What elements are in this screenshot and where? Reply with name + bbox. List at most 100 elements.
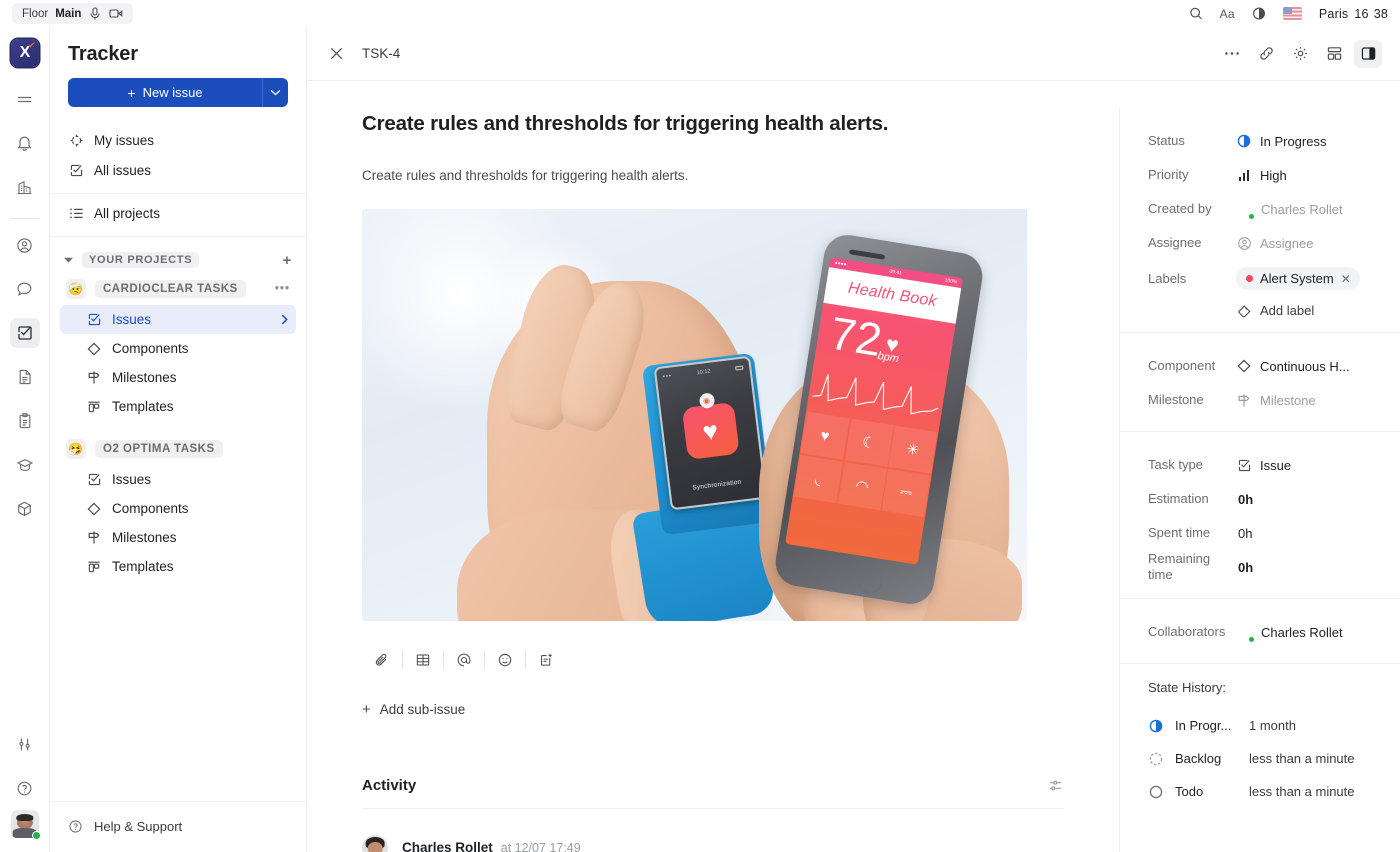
contacts-icon[interactable] xyxy=(10,230,40,260)
your-projects-header[interactable]: YOUR PROJECTS + xyxy=(60,247,296,273)
user-avatar[interactable] xyxy=(10,810,41,840)
new-issue-label: New issue xyxy=(142,85,203,100)
add-label-button[interactable]: Add label xyxy=(1236,302,1314,318)
inventory-icon[interactable] xyxy=(10,494,40,524)
project-header-cardioclear[interactable]: 🤕 CARDIOCLEAR TASKS ••• xyxy=(60,275,296,303)
us-flag-icon[interactable] xyxy=(1282,7,1302,20)
sidebar-item-label: Components xyxy=(112,341,189,356)
property-milestone[interactable]: Milestone Milestone xyxy=(1148,383,1378,417)
property-label: Assignee xyxy=(1148,234,1202,250)
sidebar-item-cardioclear-components[interactable]: Components xyxy=(60,334,296,363)
notifications-icon[interactable] xyxy=(10,128,40,158)
sidebar-item-all-issues[interactable]: All issues xyxy=(60,155,296,185)
attachment-image[interactable]: ••• 10:12 ◉ ♥ Synchronization ●●●● 09:41… xyxy=(362,208,1027,621)
sidebar-item-label: Components xyxy=(112,501,189,516)
layout-icon[interactable] xyxy=(1320,40,1348,68)
microphone-icon[interactable] xyxy=(88,7,102,21)
settings-gear-icon[interactable] xyxy=(1286,40,1314,68)
chevron-right-icon[interactable] xyxy=(281,314,288,325)
chat-icon[interactable] xyxy=(10,274,40,304)
property-label: Remaining time xyxy=(1148,550,1211,582)
property-value: Milestone xyxy=(1260,392,1316,408)
property-collaborators[interactable]: Collaborators Charles Rollet xyxy=(1148,615,1378,649)
new-issue-button[interactable]: + New issue xyxy=(68,78,262,107)
emoji-icon[interactable] xyxy=(485,645,525,675)
add-project-icon[interactable]: + xyxy=(283,252,292,269)
filter-icon[interactable] xyxy=(1047,777,1064,794)
sidebar-item-o2optima-issues[interactable]: Issues xyxy=(60,465,296,494)
property-created-by[interactable]: Created by Charles Rollet xyxy=(1148,192,1378,226)
property-task-type[interactable]: Task type Issue xyxy=(1148,448,1378,482)
training-icon[interactable] xyxy=(10,450,40,480)
state-name: Todo xyxy=(1175,784,1204,799)
person-icon xyxy=(1236,235,1252,251)
chevron-down-icon xyxy=(270,90,281,96)
property-priority[interactable]: Priority High xyxy=(1148,158,1378,192)
help-and-support-button[interactable]: Help & Support xyxy=(60,812,296,840)
sidebar-item-cardioclear-templates[interactable]: Templates xyxy=(60,392,296,421)
chevron-down-icon xyxy=(64,257,76,263)
property-spent-time[interactable]: Spent time 0h xyxy=(1148,516,1378,550)
documents-icon[interactable] xyxy=(10,362,40,392)
priority-bars-icon xyxy=(1236,167,1252,183)
font-size-toggle[interactable]: Aa xyxy=(1220,7,1235,21)
sidebar-item-cardioclear-issues[interactable]: Issues xyxy=(60,305,296,334)
property-estimation[interactable]: Estimation 0h xyxy=(1148,482,1378,516)
state-name: In Progr... xyxy=(1175,718,1232,733)
project-header-o2optima[interactable]: 🤧 O2 OPTIMA TASKS xyxy=(60,435,296,463)
add-sub-issue-button[interactable]: + Add sub-issue xyxy=(362,697,1064,723)
floor-selector[interactable]: Floor Main xyxy=(12,3,134,24)
state-history-title: State History: xyxy=(1148,680,1227,695)
sidebar-toggle-icon[interactable] xyxy=(1354,39,1382,68)
project-emoji-icon: 🤕 xyxy=(66,279,86,299)
video-camera-icon[interactable] xyxy=(109,7,123,21)
sidebar-item-cardioclear-milestones[interactable]: Milestones xyxy=(60,363,296,392)
sidebar-all-projects-section: All projects xyxy=(50,194,306,237)
backlog-icon xyxy=(1148,752,1164,766)
issue-description[interactable]: Create rules and thresholds for triggeri… xyxy=(362,166,1064,186)
more-options-icon[interactable] xyxy=(1218,40,1246,68)
help-circle-icon xyxy=(68,819,84,834)
properties-panel: Status In Progress Priority High Created… xyxy=(1119,108,1400,852)
sidebar-item-o2optima-templates[interactable]: Templates xyxy=(60,552,296,581)
property-component[interactable]: Component Continuous H... xyxy=(1148,349,1378,383)
company-icon[interactable] xyxy=(10,172,40,202)
attachment-icon[interactable] xyxy=(362,645,402,675)
mention-icon[interactable] xyxy=(444,645,484,675)
planner-icon[interactable] xyxy=(10,406,40,436)
property-label: Estimation xyxy=(1148,490,1209,506)
link-icon[interactable] xyxy=(1252,40,1280,68)
settings-icon[interactable] xyxy=(10,729,40,759)
search-icon[interactable] xyxy=(1189,7,1203,21)
add-template-icon[interactable] xyxy=(526,645,566,675)
sidebar-item-my-issues[interactable]: My issues xyxy=(60,125,296,155)
label-chip-alert-system[interactable]: Alert System ✕ xyxy=(1236,267,1360,290)
watch-status-label: Synchronization xyxy=(692,478,742,492)
project-more-options-icon[interactable]: ••• xyxy=(275,283,290,295)
menu-icon[interactable] xyxy=(10,84,40,114)
diamond-icon xyxy=(86,501,102,517)
sidebar-item-o2optima-milestones[interactable]: Milestones xyxy=(60,523,296,552)
property-assignee[interactable]: Assignee Assignee xyxy=(1148,226,1378,260)
contrast-icon[interactable] xyxy=(1252,7,1266,21)
checkbox-icon xyxy=(68,162,84,178)
issue-title[interactable]: Create rules and thresholds for triggeri… xyxy=(362,111,1064,138)
tile-sleep: ☾ xyxy=(844,418,894,467)
table-icon[interactable] xyxy=(403,645,443,675)
templates-icon xyxy=(86,559,102,575)
tracker-icon[interactable] xyxy=(9,318,40,348)
issue-header-actions xyxy=(1218,39,1382,68)
help-icon[interactable] xyxy=(10,773,40,803)
label-color-dot xyxy=(1246,275,1253,282)
app-logo[interactable]: X xyxy=(10,39,39,67)
sidebar-item-all-projects[interactable]: All projects xyxy=(60,198,296,228)
sidebar-item-label: My issues xyxy=(94,132,155,148)
property-label: Collaborators xyxy=(1148,623,1226,639)
sidebar-item-o2optima-components[interactable]: Components xyxy=(60,494,296,523)
close-icon[interactable] xyxy=(329,46,344,61)
property-status[interactable]: Status In Progress xyxy=(1148,124,1378,158)
remove-label-icon[interactable]: ✕ xyxy=(1341,272,1351,286)
property-remaining-time[interactable]: Remaining time 0h xyxy=(1148,550,1378,584)
new-issue-dropdown-button[interactable] xyxy=(262,78,288,107)
avatar xyxy=(1236,624,1255,643)
